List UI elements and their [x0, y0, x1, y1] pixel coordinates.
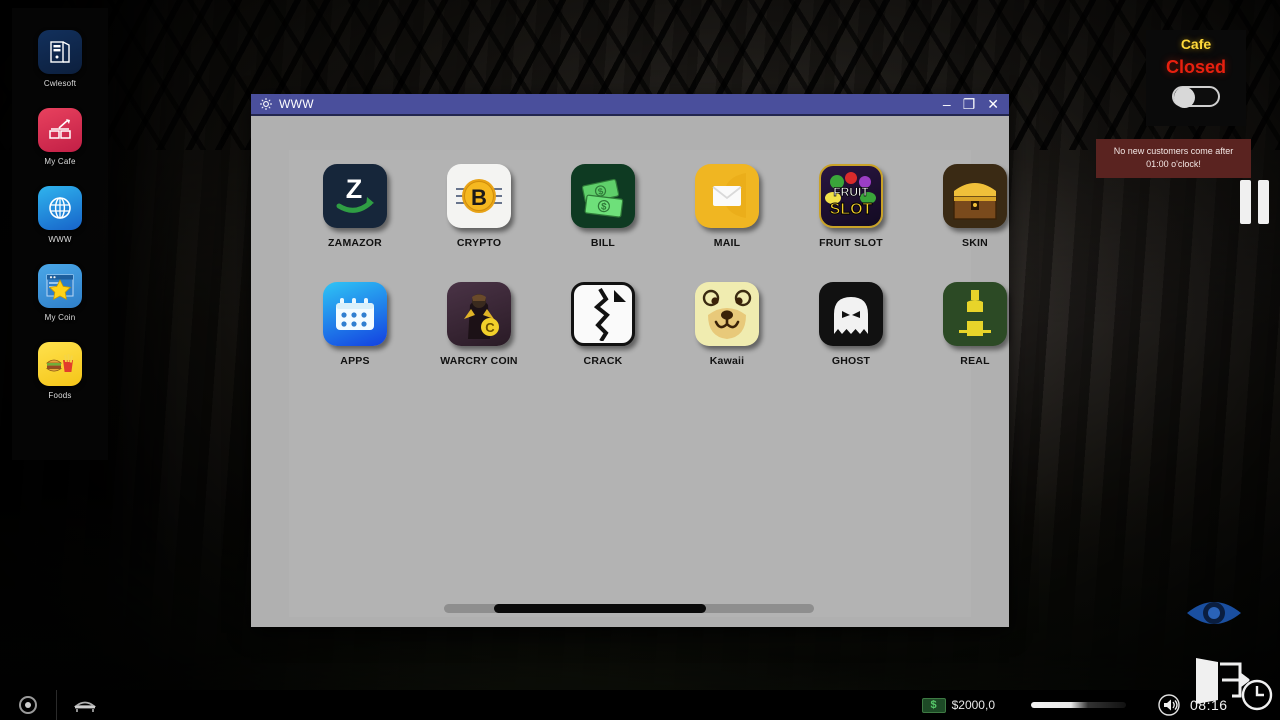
app-mail[interactable]: MAIL: [665, 164, 789, 282]
speaker-icon[interactable]: [1154, 690, 1184, 720]
game-screen: Cwlesoft My Cafe WWW My Coin Foods: [0, 0, 1280, 720]
app-fruit-slot[interactable]: FRUIT SLOT FRUIT SLOT: [789, 164, 913, 282]
window-buttons: – ❐ ✕: [943, 97, 1005, 111]
desktop-icon-label: My Coin: [45, 313, 76, 322]
pause-button[interactable]: [1240, 180, 1269, 224]
eye-icon: [1185, 592, 1243, 634]
bed-icon[interactable]: [57, 690, 113, 720]
app-kawaii[interactable]: Kawaii: [665, 282, 789, 400]
desktop-icon-label: Cwlesoft: [44, 79, 76, 88]
desktop-icon-www[interactable]: WWW: [15, 186, 105, 244]
app-crack[interactable]: CRACK: [541, 282, 665, 400]
power-target-icon[interactable]: [0, 690, 56, 720]
app-label: ZAMAZOR: [328, 237, 382, 249]
clock-icon: [1236, 674, 1278, 716]
scrollbar-thumb[interactable]: [494, 604, 706, 613]
notification-line-1: No new customers come after: [1102, 145, 1245, 158]
app-apps[interactable]: APPS: [293, 282, 417, 400]
notification-line-2: 01:00 o'clock!: [1102, 158, 1245, 171]
eye-toggle-button[interactable]: [1185, 592, 1243, 634]
svg-text:Z: Z: [346, 174, 363, 204]
app-grid: Z ZAMAZOR B CRYPTO $$ BIL: [289, 164, 971, 400]
app-label: MAIL: [714, 237, 740, 249]
app-zamazor[interactable]: Z ZAMAZOR: [293, 164, 417, 282]
pause-bar-left: [1240, 180, 1251, 224]
svg-text:B: B: [471, 185, 487, 210]
app-bill[interactable]: $$ BILL: [541, 164, 665, 282]
bear-face-icon: [695, 282, 759, 346]
server-tower-icon: [38, 30, 82, 74]
desktop-icon-my-cafe[interactable]: My Cafe: [15, 108, 105, 166]
close-button[interactable]: ✕: [987, 97, 999, 111]
bitcoin-coin-icon: B: [447, 164, 511, 228]
horizontal-scrollbar[interactable]: [444, 604, 814, 613]
burger-fries-icon: [38, 342, 82, 386]
globe-icon: [38, 186, 82, 230]
treasure-chest-icon: [943, 164, 1007, 228]
pause-bar-right: [1258, 180, 1269, 224]
app-label: SKIN: [962, 237, 988, 249]
star-window-icon: [38, 264, 82, 308]
maximize-button[interactable]: ❐: [963, 97, 976, 111]
money-symbol: $: [931, 699, 937, 711]
app-page: Z ZAMAZOR B CRYPTO $$ BIL: [289, 150, 971, 617]
app-label: BILL: [591, 237, 615, 249]
app-label: CRYPTO: [457, 237, 501, 249]
cafe-open-toggle[interactable]: [1172, 86, 1220, 107]
toggle-knob: [1174, 87, 1195, 108]
svg-text:FRUIT: FRUIT: [833, 185, 869, 199]
desktop-icon-column: Cwlesoft My Cafe WWW My Coin Foods: [12, 8, 108, 460]
browser-icon: [259, 97, 273, 111]
calendar-grid-icon: [323, 282, 387, 346]
window-body: Z ZAMAZOR B CRYPTO $$ BIL: [251, 116, 1009, 627]
app-label: CRACK: [584, 355, 623, 367]
app-label: REAL: [960, 355, 989, 367]
svg-text:C: C: [485, 320, 495, 335]
notification-banner: No new customers come after 01:00 o'cloc…: [1096, 139, 1251, 178]
taskbar: $ $2000,0 08:16: [0, 690, 1280, 720]
cafe-title: Cafe: [1181, 36, 1211, 52]
ghost-icon: [819, 282, 883, 346]
zamazor-shop-icon: Z: [323, 164, 387, 228]
app-label: WARCRY COIN: [440, 355, 517, 367]
desktop-icon-my-coin[interactable]: My Coin: [15, 264, 105, 322]
app-label: APPS: [340, 355, 369, 367]
envelope-icon: [695, 164, 759, 228]
desktop-icon-label: My Cafe: [44, 157, 75, 166]
bottle-icon: [943, 282, 1007, 346]
desktop-icon-label: WWW: [48, 235, 71, 244]
money-bill-icon: $: [922, 698, 946, 713]
www-window: WWW – ❐ ✕ Z ZAMAZOR B: [251, 94, 1009, 627]
minimize-button[interactable]: –: [943, 97, 951, 111]
dollar-bills-icon: $$: [571, 164, 635, 228]
clock-area: 08:16: [1184, 690, 1280, 720]
slot-machine-icon: FRUIT SLOT: [819, 164, 883, 228]
window-title: WWW: [279, 97, 943, 111]
money-amount: $2000,0: [952, 698, 995, 712]
app-warcry-coin[interactable]: C WARCRY COIN: [417, 282, 541, 400]
cafe-status-badge: Closed: [1166, 57, 1226, 78]
app-label: FRUIT SLOT: [819, 237, 883, 249]
app-skin[interactable]: SKIN: [913, 164, 1037, 282]
money-indicator: $ $2000,0: [922, 698, 995, 713]
desktop-icon-foods[interactable]: Foods: [15, 342, 105, 400]
app-label: Kawaii: [710, 355, 744, 367]
cafe-status-panel: Cafe Closed: [1146, 30, 1246, 126]
desktop-icon-cwlesoft[interactable]: Cwlesoft: [15, 30, 105, 88]
app-ghost[interactable]: GHOST: [789, 282, 913, 400]
cracked-file-icon: [571, 282, 635, 346]
desktop-icon-label: Foods: [48, 391, 71, 400]
speed-slider[interactable]: [1031, 702, 1126, 708]
app-real[interactable]: REAL: [913, 282, 1037, 400]
svg-text:SLOT: SLOT: [830, 201, 873, 218]
app-crypto[interactable]: B CRYPTO: [417, 164, 541, 282]
warrior-coin-icon: C: [447, 282, 511, 346]
window-titlebar[interactable]: WWW – ❐ ✕: [251, 94, 1009, 116]
app-label: GHOST: [832, 355, 870, 367]
cafe-counter-icon: [38, 108, 82, 152]
